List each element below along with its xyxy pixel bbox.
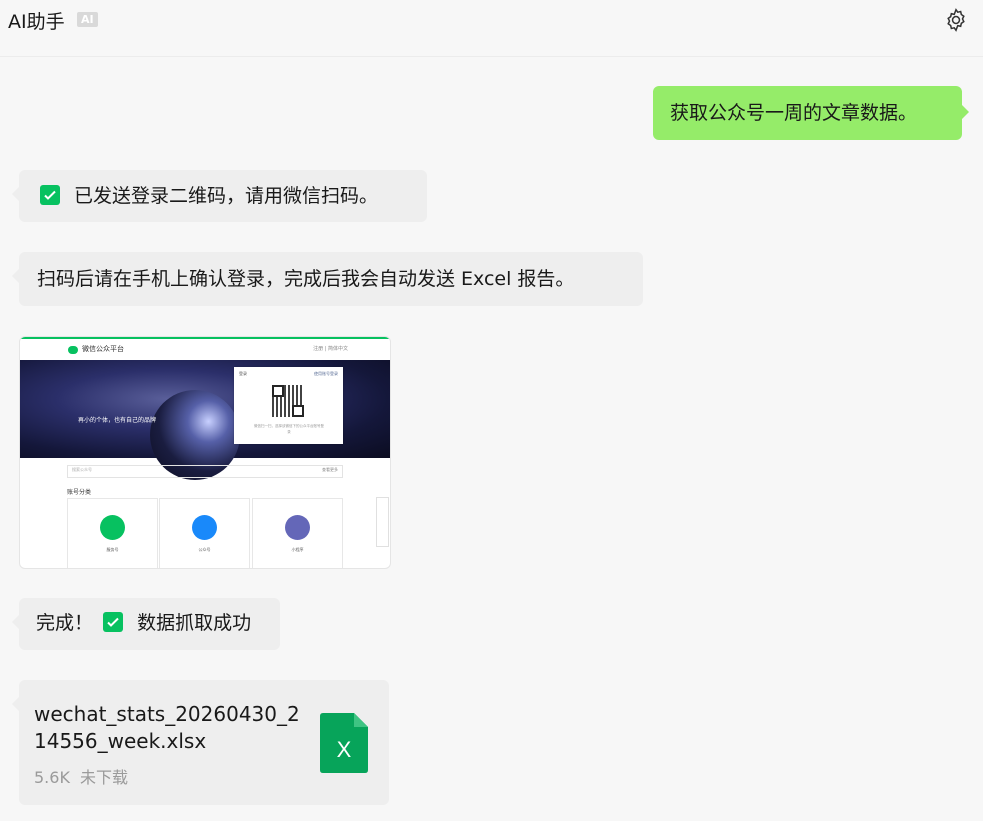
screenshot-nav: 微信公众平台 注册 | 简体中文 (20, 339, 390, 359)
bot-message-scan-instruction: 扫码后请在手机上确认登录，完成后我会自动发送 Excel 报告。 (12, 252, 643, 306)
file-size: 5.6K (34, 768, 70, 787)
card-label: 服务号 (106, 547, 119, 552)
excel-file-icon: X (320, 713, 368, 773)
screenshot-search: 搜索公众号 查看更多 (67, 465, 343, 478)
screenshot-site-title: 微信公众平台 (82, 345, 124, 353)
card-label: 小程序 (291, 547, 304, 552)
check-icon (103, 612, 124, 632)
screenshot-qr-tip: 微信扫一扫，选择该微信下的公众平台账号登录 (254, 424, 324, 434)
screenshot-category-heading: 账号分类 (67, 489, 92, 496)
done-suffix-text: 数据抓取成功 (137, 612, 252, 634)
excel-letter: X (337, 737, 352, 762)
scan-instruction-text: 扫码后请在手机上确认登录，完成后我会自动发送 Excel 报告。 (37, 268, 575, 290)
done-prefix-text: 完成！ (36, 612, 94, 634)
screenshot-card-miniprogram: 小程序 (252, 498, 343, 568)
screenshot-login-box: 登录 使用账号登录 微信扫一扫，选择该微信下的公众平台账号登录 (234, 367, 343, 444)
file-meta: 5.6K 未下载 (34, 764, 128, 788)
excel-file-card[interactable]: wechat_stats_20260430_214556_week.xlsx 5… (12, 680, 389, 805)
qr-sent-text: 已发送登录二维码，请用微信扫码。 (74, 185, 379, 207)
login-page-screenshot[interactable]: 微信公众平台 注册 | 简体中文 再小的个体，也有自己的品牌 登录 使用账号登录… (19, 336, 391, 569)
wechat-logo-icon (68, 346, 78, 354)
file-status: 未下载 (79, 768, 128, 787)
bot-message-done: 完成！ 数据抓取成功 (12, 598, 280, 650)
screenshot-side-tab (376, 497, 389, 547)
card-label: 公众号 (198, 547, 211, 552)
user-message-text: 获取公众号一周的文章数据。 (670, 102, 918, 124)
screenshot-card-service: 服务号 (67, 498, 158, 568)
ai-badge: AI (77, 12, 98, 27)
gear-icon[interactable] (943, 7, 969, 33)
screenshot-login-title: 登录 (239, 371, 247, 376)
screenshot-slogan: 再小的个体，也有自己的品牌 (78, 417, 157, 424)
bot-message-qr-sent: 已发送登录二维码，请用微信扫码。 (12, 170, 427, 222)
check-icon (40, 185, 60, 205)
screenshot-search-placeholder: 搜索公众号 (72, 467, 92, 472)
screenshot-search-more: 查看更多 (322, 467, 338, 472)
qr-code-icon (272, 385, 304, 417)
screenshot-nav-right: 注册 | 简体中文 (313, 346, 348, 352)
mini-program-icon (285, 515, 310, 540)
file-name: wechat_stats_20260430_214556_week.xlsx (34, 702, 300, 753)
app-title: AI助手 (8, 11, 65, 33)
user-message-bubble: 获取公众号一周的文章数据。 (653, 86, 969, 140)
official-account-icon (192, 515, 217, 540)
header-bar: AI助手 AI (0, 0, 983, 57)
screenshot-login-link: 使用账号登录 (314, 371, 338, 376)
screenshot-card-official: 公众号 (159, 498, 250, 568)
service-account-icon (100, 515, 125, 540)
